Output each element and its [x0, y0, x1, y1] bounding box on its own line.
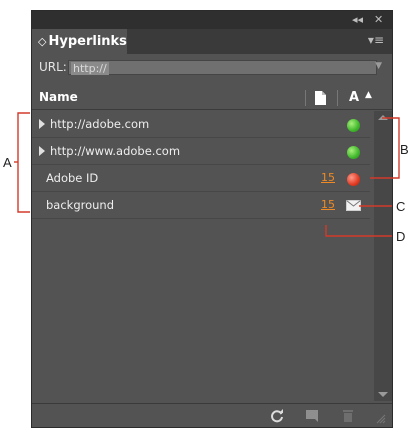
callout-b: B — [400, 142, 409, 157]
callout-a: A — [3, 155, 12, 170]
screenshot-stage: ◂◂ ✕ ◇ Hyperlinks ▾≡ URL: http:// ▼ Name … — [0, 0, 413, 433]
callout-d: D — [396, 229, 406, 244]
callout-lines — [14, 112, 400, 237]
callout-c: C — [396, 199, 406, 214]
